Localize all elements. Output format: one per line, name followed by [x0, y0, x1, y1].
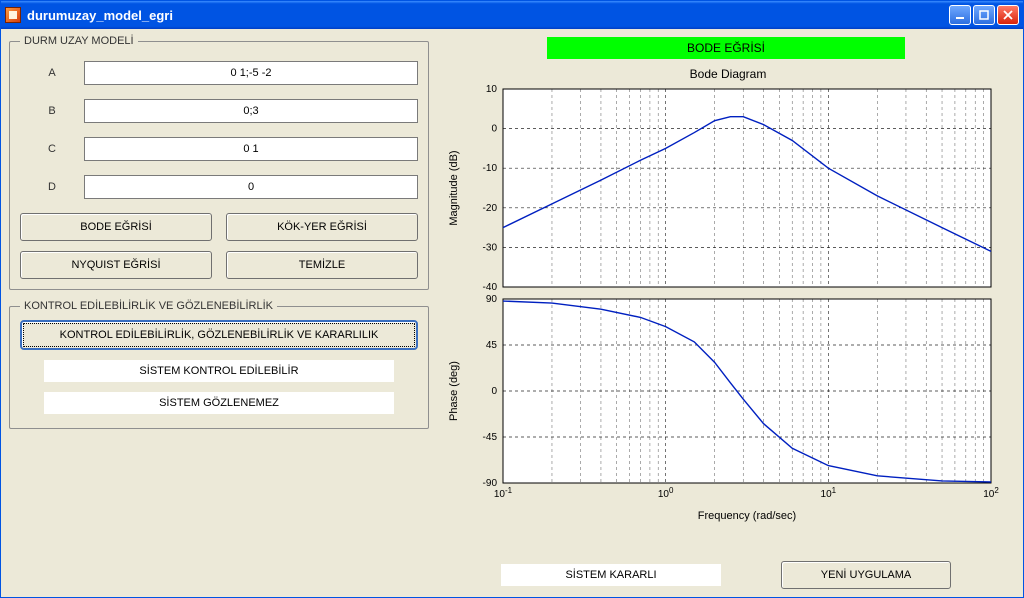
svg-text:45: 45 — [486, 340, 498, 351]
svg-text:101: 101 — [821, 486, 837, 501]
close-button[interactable] — [997, 5, 1019, 25]
window-title: durumuzay_model_egri — [27, 8, 949, 23]
content-area: DURM UZAY MODELİ A B C D — [1, 29, 1023, 597]
control-panel: KONTROL EDİLEBİLİRLİK VE GÖZLENEBİLİRLİK… — [9, 300, 429, 429]
svg-text:-40: -40 — [483, 282, 498, 293]
titlebar: durumuzay_model_egri — [1, 1, 1023, 29]
control-panel-legend: KONTROL EDİLEBİLİRLİK VE GÖZLENEBİLİRLİK — [20, 300, 277, 312]
right-column: BODE EĞRİSİ Bode Diagram -40 -30 -20 -10 0 10… — [437, 35, 1015, 591]
new-app-button[interactable]: YENİ UYGULAMA — [781, 561, 951, 589]
observable-result: SİSTEM GÖZLENEMEZ — [44, 392, 394, 414]
svg-text:Phase (deg): Phase (deg) — [448, 361, 460, 421]
maximize-button[interactable] — [973, 5, 995, 25]
label-c: C — [20, 143, 84, 155]
svg-text:Magnitude (dB): Magnitude (dB) — [448, 150, 460, 225]
plot-header: BODE EĞRİSİ — [547, 37, 905, 59]
input-b[interactable] — [84, 99, 418, 123]
maximize-icon — [979, 10, 989, 20]
svg-text:100: 100 — [658, 486, 674, 501]
svg-text:-10: -10 — [483, 163, 498, 174]
bode-plots: -40 -30 -20 -10 0 10 Magnitude (dB) -90 -45 0 45 9… — [443, 83, 1013, 523]
svg-text:90: 90 — [486, 294, 498, 305]
row-d: D — [20, 175, 418, 199]
bode-button[interactable]: BODE EĞRİSİ — [20, 213, 212, 241]
rootlocus-button[interactable]: KÖK-YER EĞRİSİ — [226, 213, 418, 241]
nyquist-button[interactable]: NYQUIST EĞRİSİ — [20, 251, 212, 279]
model-panel-legend: DURM UZAY MODELİ — [20, 35, 138, 47]
row-a: A — [20, 61, 418, 85]
svg-text:0: 0 — [491, 124, 497, 135]
label-b: B — [20, 105, 84, 117]
phase-plot: -90-450459010-1100101102Frequency (rad/s… — [443, 293, 1003, 523]
svg-text:-90: -90 — [483, 478, 498, 489]
svg-text:Frequency (rad/sec): Frequency (rad/sec) — [698, 510, 796, 522]
svg-text:10: 10 — [486, 84, 498, 95]
magnitude-plot: -40 -30 -20 -10 0 10 Magnitude (dB) — [443, 83, 1003, 293]
svg-text:0: 0 — [491, 386, 497, 397]
svg-text:102: 102 — [983, 486, 999, 501]
row-c: C — [20, 137, 418, 161]
chart-title: Bode Diagram — [443, 67, 1013, 81]
bottom-bar: SİSTEM KARARLI YENİ UYGULAMA — [437, 553, 1015, 591]
chart-area: Bode Diagram -40 -30 -20 -10 0 10 Magnitude (d… — [437, 63, 1015, 553]
window-controls — [949, 5, 1019, 25]
svg-text:-30: -30 — [483, 242, 498, 253]
input-d[interactable] — [84, 175, 418, 199]
clear-button[interactable]: TEMİZLE — [226, 251, 418, 279]
label-a: A — [20, 67, 84, 79]
minimize-icon — [955, 10, 965, 20]
label-d: D — [20, 181, 84, 193]
model-panel: DURM UZAY MODELİ A B C D — [9, 35, 429, 290]
left-column: DURM UZAY MODELİ A B C D — [9, 35, 429, 591]
analyze-button[interactable]: KONTROL EDİLEBİLİRLİK, GÖZLENEBİLİRLİK V… — [20, 320, 418, 350]
stability-result: SİSTEM KARARLI — [501, 564, 721, 586]
minimize-button[interactable] — [949, 5, 971, 25]
svg-text:-45: -45 — [483, 432, 498, 443]
plot-buttons: BODE EĞRİSİ KÖK-YER EĞRİSİ NYQUIST EĞRİS… — [20, 213, 418, 279]
close-icon — [1003, 10, 1013, 20]
svg-text:-20: -20 — [483, 203, 498, 214]
row-b: B — [20, 99, 418, 123]
app-window: durumuzay_model_egri DURM UZAY MODELİ A — [0, 0, 1024, 598]
input-c[interactable] — [84, 137, 418, 161]
app-icon — [5, 7, 21, 23]
input-a[interactable] — [84, 61, 418, 85]
controllable-result: SİSTEM KONTROL EDİLEBİLİR — [44, 360, 394, 382]
